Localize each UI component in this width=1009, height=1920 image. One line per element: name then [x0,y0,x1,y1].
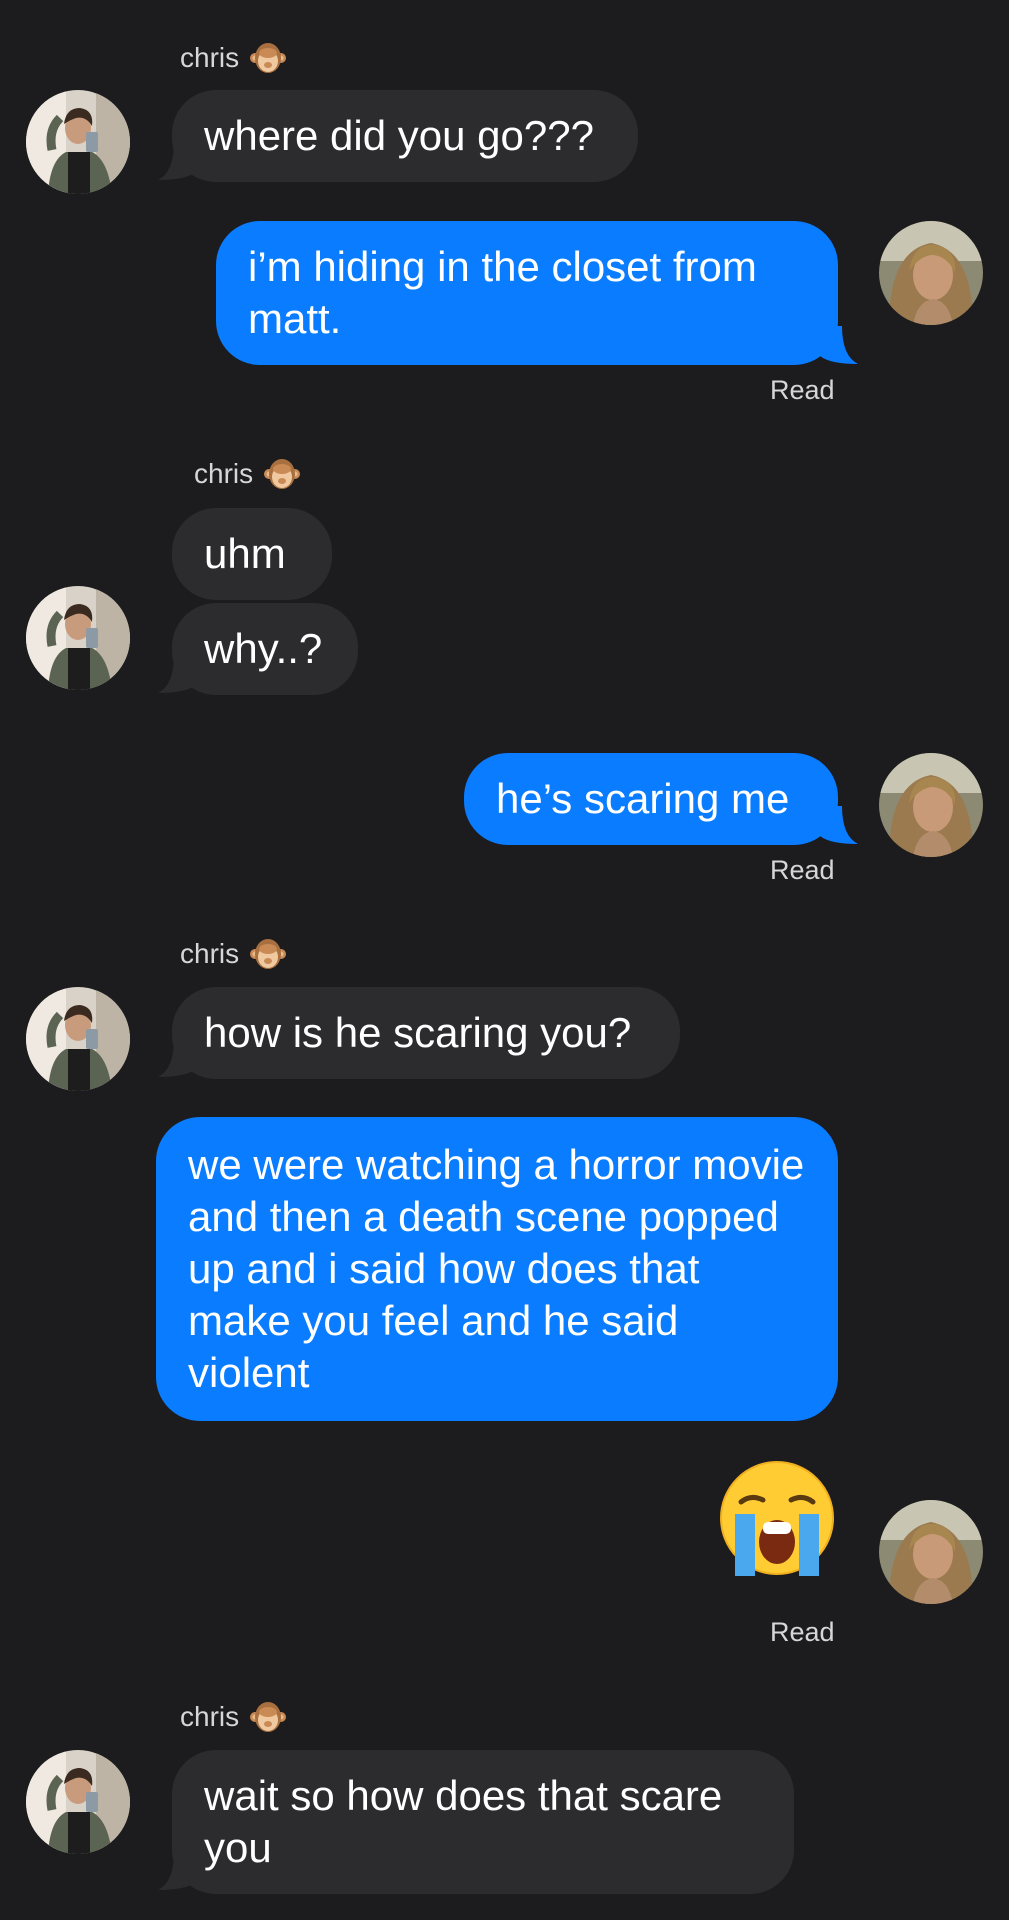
sender-name-row: chris [180,936,287,972]
avatar-chris[interactable] [26,987,130,1091]
read-receipt: Read [770,855,835,885]
avatar-me[interactable] [879,753,983,857]
read-receipt: Read [770,1617,835,1647]
see-no-evil-monkey-icon [249,1699,287,1735]
message-bubble-outgoing[interactable]: i’m hiding in the closet from matt. [216,221,838,365]
message-text: wait so how does that scare you [204,1772,723,1871]
bubble-tail [156,142,196,182]
message-text: he’s scaring me [496,775,790,822]
sender-name: chris [180,938,240,969]
message-text: how is he scaring you? [204,1009,632,1056]
message-bubble-incoming[interactable]: why..? [172,603,358,695]
sender-name: chris [180,1701,240,1732]
message-bubble-outgoing[interactable]: he’s scaring me [464,753,838,845]
message-bubble-incoming[interactable]: uhm [172,508,332,600]
see-no-evil-monkey-icon [249,40,287,76]
message-text: i’m hiding in the closet from matt. [248,243,757,342]
sender-name-row: chris [180,40,287,76]
avatar-chris[interactable] [26,90,130,194]
bubble-tail [820,326,860,366]
bubble-tail [820,806,860,846]
see-no-evil-monkey-icon [263,456,301,492]
bubble-tail [156,655,196,695]
message-bubble-outgoing[interactable]: we were watching a horror movie and then… [156,1117,838,1421]
message-bubble-incoming[interactable]: where did you go??? [172,90,638,182]
loudly-crying-face-icon[interactable] [717,1458,837,1578]
bubble-tail [156,1852,196,1892]
see-no-evil-monkey-icon [249,936,287,972]
avatar-chris[interactable] [26,586,130,690]
message-text: we were watching a horror movie and then… [188,1141,805,1396]
message-text: why..? [204,625,323,672]
avatar-chris[interactable] [26,1750,130,1854]
sender-name-row: chris [180,1699,287,1735]
message-bubble-incoming[interactable]: how is he scaring you? [172,987,680,1079]
message-text: uhm [204,530,286,577]
sender-name: chris [180,42,240,73]
sender-name: chris [194,458,254,489]
message-text: where did you go??? [204,112,594,159]
bubble-tail [156,1039,196,1079]
read-receipt: Read [770,375,835,405]
message-bubble-incoming[interactable]: wait so how does that scare you [172,1750,794,1894]
avatar-me[interactable] [879,1500,983,1604]
sender-name-row: chris [194,456,301,492]
avatar-me[interactable] [879,221,983,325]
